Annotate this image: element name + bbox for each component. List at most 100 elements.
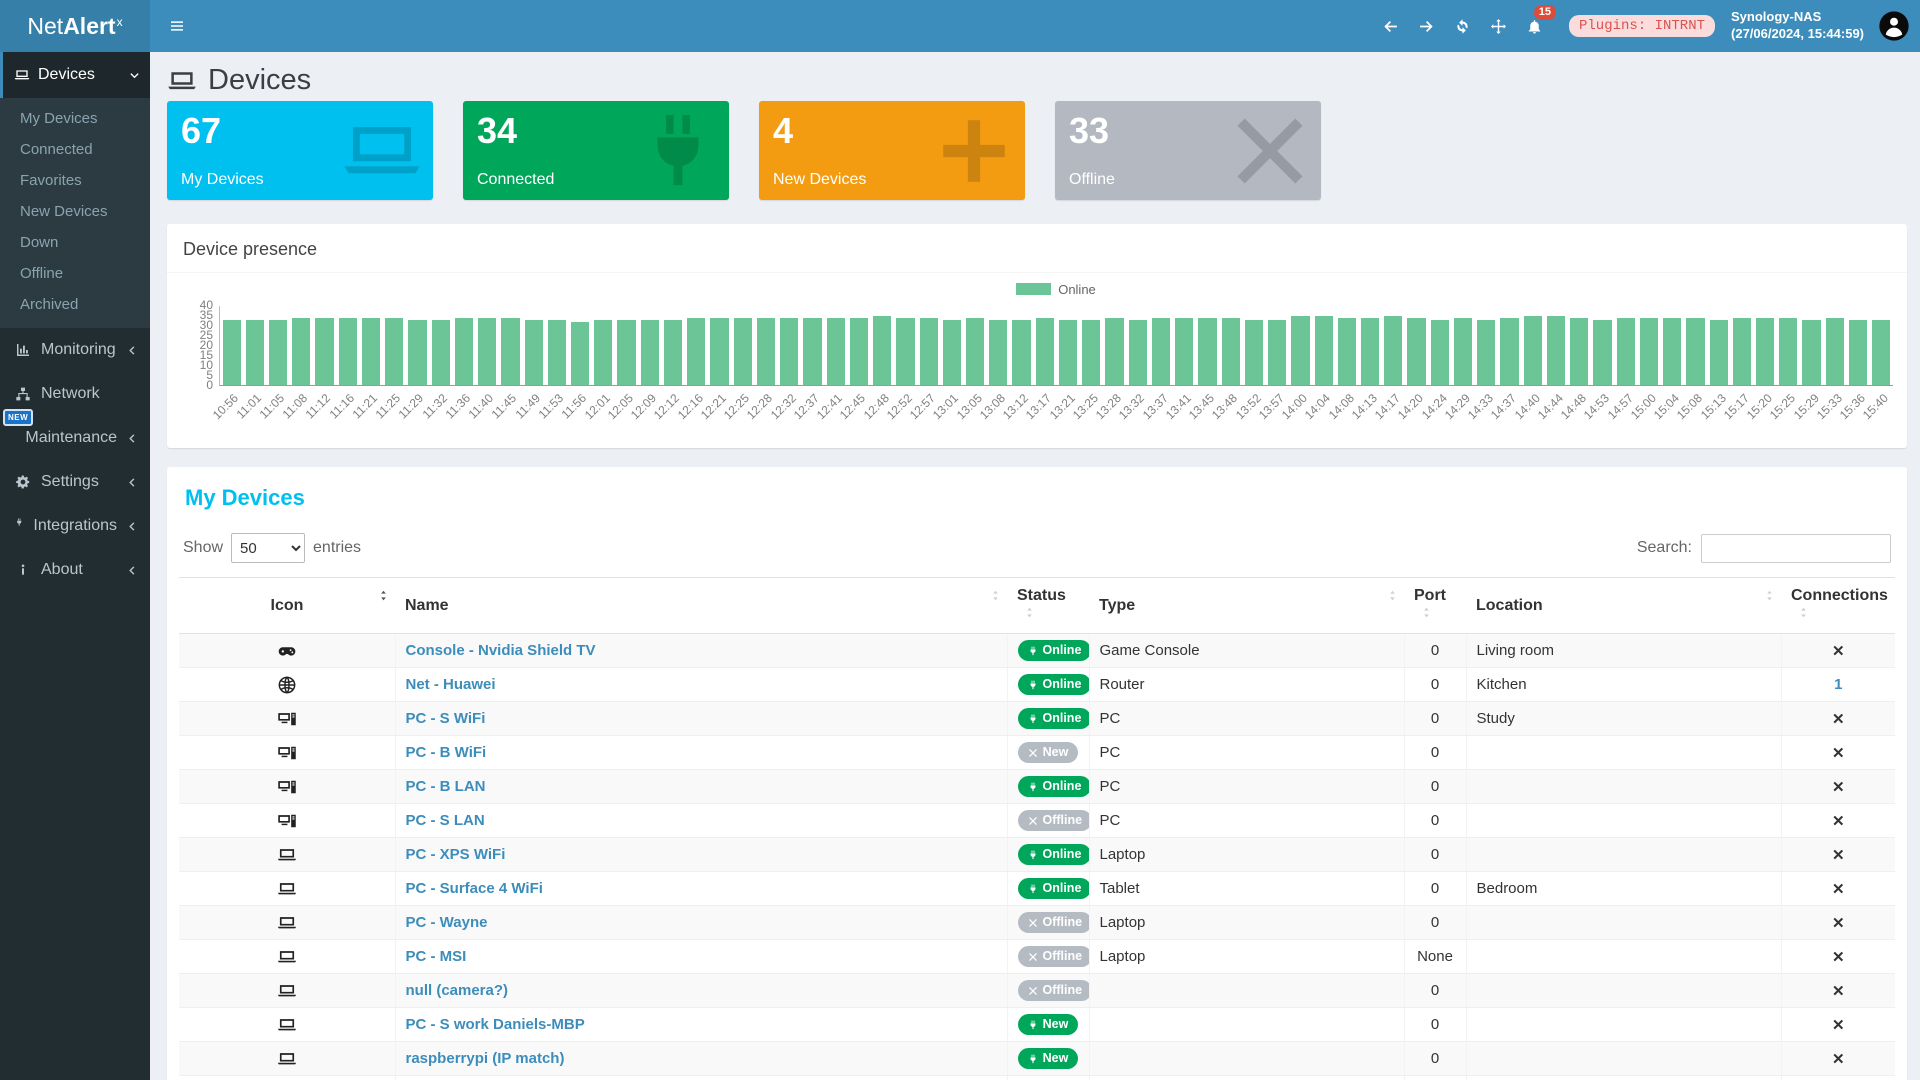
delete-connection-icon[interactable]: ✕ — [1832, 915, 1845, 932]
connections-cell: ✕ — [1781, 1042, 1895, 1076]
chart-bar — [827, 318, 845, 385]
sidebar-subitem-new-devices[interactable]: New Devices — [0, 196, 150, 227]
type-cell: Light — [1089, 1076, 1404, 1080]
nav-back-button[interactable] — [1373, 0, 1409, 52]
x-tick-label: 10:56 — [209, 391, 240, 422]
sidebar-subitem-offline[interactable]: Offline — [0, 258, 150, 289]
user-avatar[interactable] — [1878, 10, 1910, 42]
column-header-type[interactable]: Type — [1089, 578, 1404, 634]
device-name-link[interactable]: PC - S work Daniels-MBP — [406, 1016, 585, 1033]
plugins-status-badge[interactable]: Plugins: INTRNT — [1569, 15, 1715, 37]
bulb-icon — [179, 1076, 395, 1080]
status-cell: Offline — [1007, 804, 1089, 838]
chart-bar — [1384, 316, 1402, 385]
chart-bar — [617, 320, 635, 385]
sidebar-item-devices[interactable]: Devices — [0, 52, 150, 98]
status-cell: Online — [1007, 634, 1089, 668]
column-header-status[interactable]: Status — [1007, 578, 1089, 634]
chart-bar — [1663, 318, 1681, 385]
notifications-button[interactable]: 15 — [1517, 0, 1553, 52]
nav-move-button[interactable] — [1481, 0, 1517, 52]
device-name-link[interactable]: PC - XPS WiFi — [406, 846, 506, 863]
delete-connection-icon[interactable]: ✕ — [1832, 779, 1845, 796]
sidebar-toggle-button[interactable] — [150, 0, 204, 52]
summary-card-my-devices[interactable]: 67 My Devices — [167, 101, 433, 200]
port-cell: 0 — [1404, 906, 1466, 940]
table-row: PC - MSI Offline Laptop None ✕ — [179, 940, 1895, 974]
device-name-link[interactable]: Console - Nvidia Shield TV — [406, 642, 596, 659]
delete-connection-icon[interactable]: ✕ — [1832, 983, 1845, 1000]
device-name-link[interactable]: PC - B LAN — [406, 778, 486, 795]
top-navbar: NetAlertx 15 Plugins: INTRNT Synology-NA… — [0, 0, 1920, 52]
sidebar-item-settings[interactable]: Settings — [0, 460, 150, 504]
delete-connection-icon[interactable]: ✕ — [1832, 847, 1845, 864]
chart-bar — [1361, 318, 1379, 385]
plug-icon — [1028, 1020, 1038, 1030]
sidebar-item-monitoring[interactable]: Monitoring — [0, 328, 150, 372]
chart-bar — [571, 322, 589, 385]
chart-bar — [1733, 318, 1751, 385]
app-logo[interactable]: NetAlertx — [0, 0, 150, 52]
location-cell — [1466, 736, 1781, 770]
column-header-location[interactable]: Location — [1466, 578, 1781, 634]
delete-connection-icon[interactable]: ✕ — [1832, 813, 1845, 830]
nav-refresh-button[interactable] — [1445, 0, 1481, 52]
status-badge: Online — [1018, 708, 1090, 729]
table-title: My Devices — [179, 481, 1895, 527]
sidebar-subitem-my-devices[interactable]: My Devices — [0, 103, 150, 134]
device-name-link[interactable]: PC - MSI — [406, 948, 467, 965]
device-name-cell: null (camera?) — [395, 974, 1007, 1008]
summary-card-offline[interactable]: 33 Offline — [1055, 101, 1321, 200]
chart-legend[interactable]: Online — [219, 281, 1893, 297]
delete-connection-icon[interactable]: ✕ — [1832, 643, 1845, 660]
delete-connection-icon[interactable]: ✕ — [1832, 745, 1845, 762]
sidebar-item-integrations[interactable]: Integrations — [0, 504, 150, 548]
device-name-link[interactable]: null (camera?) — [406, 982, 509, 999]
delete-connection-icon[interactable]: ✕ — [1832, 711, 1845, 728]
port-cell: 0 — [1404, 702, 1466, 736]
page-size-select[interactable]: 50 — [231, 533, 305, 563]
delete-connection-icon[interactable]: ✕ — [1832, 949, 1845, 966]
connections-cell: ✕ — [1781, 974, 1895, 1008]
table-row: PC - Wayne Offline Laptop 0 ✕ — [179, 906, 1895, 940]
sidebar-item-maintenance[interactable]: NEW Maintenance — [0, 416, 150, 460]
column-header-connections[interactable]: Connections — [1781, 578, 1895, 634]
device-name-cell: Net - Huawei — [395, 668, 1007, 702]
summary-card-connected[interactable]: 34 Connected — [463, 101, 729, 200]
device-name-link[interactable]: PC - Surface 4 WiFi — [406, 880, 543, 897]
summary-card-new-devices[interactable]: 4 New Devices — [759, 101, 1025, 200]
device-name-link[interactable]: raspberrypi (IP match) — [406, 1050, 565, 1067]
sidebar-subitem-connected[interactable]: Connected — [0, 134, 150, 165]
chart-bar — [548, 320, 566, 385]
delete-connection-icon[interactable]: ✕ — [1832, 881, 1845, 898]
sidebar-subitem-down[interactable]: Down — [0, 227, 150, 258]
device-name-link[interactable]: PC - Wayne — [406, 914, 488, 931]
table-row: PC - Surface 4 WiFi Online Tablet 0 Bedr… — [179, 872, 1895, 906]
device-name-link[interactable]: Net - Huawei — [406, 676, 496, 693]
type-cell: Game Console — [1089, 634, 1404, 668]
connections-count-link[interactable]: 1 — [1834, 676, 1842, 693]
column-header-icon[interactable]: Icon — [179, 578, 395, 634]
chart-bar — [1593, 320, 1611, 385]
sidebar-subitem-archived[interactable]: Archived — [0, 289, 150, 320]
device-name-link[interactable]: PC - B WiFi — [406, 744, 487, 761]
sidebar-menu: Monitoring Network NEW Maintenance Setti… — [0, 328, 150, 592]
chart-bar — [1407, 318, 1425, 385]
status-cell: Online — [1007, 1076, 1089, 1080]
chart-bar — [710, 318, 728, 385]
column-header-port[interactable]: Port — [1404, 578, 1466, 634]
laptop-icon — [179, 1042, 395, 1076]
network-icon — [15, 386, 31, 402]
column-header-name[interactable]: Name — [395, 578, 1007, 634]
search-input[interactable] — [1701, 534, 1891, 563]
sidebar-subitem-favorites[interactable]: Favorites — [0, 165, 150, 196]
sidebar-item-about[interactable]: About — [0, 548, 150, 592]
delete-connection-icon[interactable]: ✕ — [1832, 1017, 1845, 1034]
nav-forward-button[interactable] — [1409, 0, 1445, 52]
device-presence-card: Device presence Online 0510152025303540 … — [167, 224, 1907, 448]
delete-connection-icon[interactable]: ✕ — [1832, 1051, 1845, 1068]
device-name-link[interactable]: PC - S LAN — [406, 812, 485, 829]
status-cell: Offline — [1007, 906, 1089, 940]
device-name-link[interactable]: PC - S WiFi — [406, 710, 486, 727]
x-icon — [1028, 918, 1038, 928]
